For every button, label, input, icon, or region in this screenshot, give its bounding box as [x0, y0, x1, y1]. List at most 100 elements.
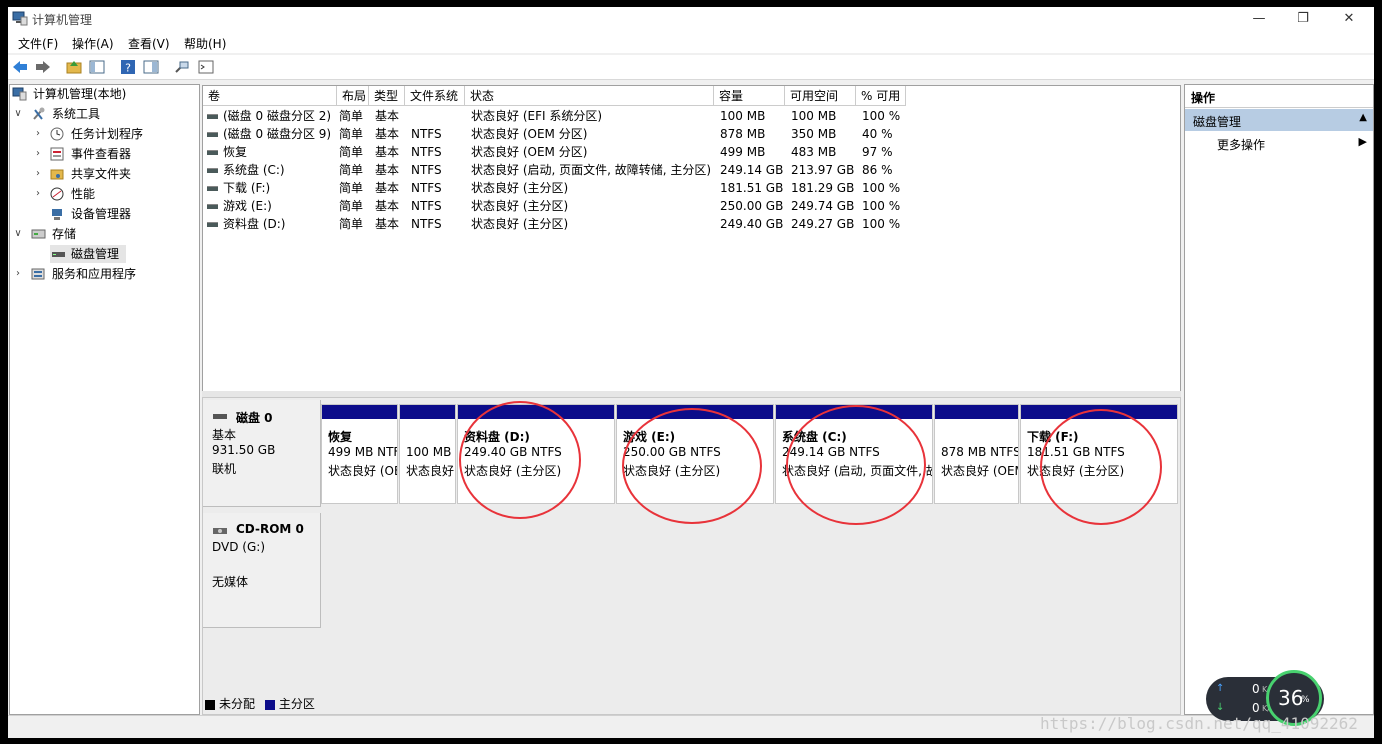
partition-f[interactable]: 下载 (F:) 181.51 GB NTFS 状态良好 (主分区)	[1020, 404, 1178, 504]
table-row[interactable]: (磁盘 0 磁盘分区 2) 简单 基本 状态良好 (EFI 系统分区) 100 MB 10…	[203, 107, 1180, 125]
upload-speed: 0	[1252, 682, 1260, 696]
partition-d[interactable]: 资料盘 (D:) 249.40 GB NTFS 状态良好 (主分区)	[457, 404, 615, 504]
partition-efi[interactable]: 100 MB 状态良好 (EFI 系统分区)	[399, 404, 456, 504]
column-header-free-space[interactable]: 可用空间	[785, 86, 856, 106]
disk0-info[interactable]: 磁盘 0 基本 931.50 GB 联机	[203, 400, 321, 507]
chevron-down-icon[interactable]: ∨	[12, 225, 24, 243]
menu-file[interactable]: 文件(F)	[18, 35, 58, 52]
cell-status: 状态良好 (启动, 页面文件, 故障转储, 主分区)	[471, 163, 712, 177]
chevron-right-icon[interactable]: ›	[32, 125, 44, 143]
table-row[interactable]: (磁盘 0 磁盘分区 9) 简单 基本 NTFS 状态良好 (OEM 分区) 878 MB…	[203, 125, 1180, 143]
collapse-arrow-icon[interactable]: ▲	[1359, 112, 1367, 123]
table-row[interactable]: 游戏 (E:) 简单 基本 NTFS 状态良好 (主分区) 250.00 GB 249.74…	[203, 197, 1180, 215]
cell-filesystem: NTFS	[411, 127, 442, 141]
menu-help[interactable]: 帮助(H)	[184, 35, 226, 52]
column-header-status[interactable]: 状态	[465, 86, 714, 106]
menu-action[interactable]: 操作(A)	[72, 35, 114, 52]
up-folder-icon[interactable]	[66, 59, 82, 75]
tree-item-storage[interactable]: ∨ 存储	[12, 225, 132, 243]
upload-arrow-icon: ↑	[1216, 683, 1225, 694]
partition-bar	[1021, 405, 1177, 419]
partition-recovery[interactable]: 恢复 499 MB NTFS 状态良好 (OEM 分区)	[321, 404, 398, 504]
tree-item-services-apps[interactable]: › 服务和应用程序	[12, 265, 172, 283]
show-hide-tree-icon[interactable]	[89, 59, 105, 75]
cell-free-space: 100 MB	[791, 109, 837, 123]
cdrom-icon	[213, 528, 227, 534]
legend-unallocated: 未分配	[219, 697, 256, 711]
cell-capacity: 249.40 GB	[720, 217, 784, 231]
table-row[interactable]: 资料盘 (D:) 简单 基本 NTFS 状态良好 (主分区) 249.40 GB 249.2…	[203, 215, 1180, 233]
column-header-filesystem[interactable]: 文件系统	[405, 86, 465, 106]
chevron-right-icon[interactable]: ›	[32, 185, 44, 203]
cdrom-info[interactable]: CD-ROM 0 DVD (G:) 无媒体	[203, 513, 321, 628]
menu-view[interactable]: 查看(V)	[128, 35, 170, 52]
partition-status: 状态良好 (OEM 分区)	[941, 464, 1018, 478]
close-button[interactable]: ✕	[1326, 7, 1372, 31]
chevron-right-icon[interactable]: ›	[12, 265, 24, 283]
tree-item-device-manager[interactable]: 设备管理器	[32, 205, 172, 223]
computer-management-window: 计算机管理 — ❐ ✕ 文件(F) 操作(A) 查看(V) 帮助(H) ? 计算…	[8, 7, 1374, 738]
cell-layout: 简单	[339, 163, 364, 177]
partition-c[interactable]: 系统盘 (C:) 249.14 GB NTFS 状态良好 (启动, 页面文件, …	[775, 404, 933, 504]
tree-label: 系统工具	[52, 107, 101, 121]
minimize-button[interactable]: —	[1236, 7, 1282, 31]
column-header-percent-free[interactable]: % 可用	[856, 86, 906, 106]
chevron-right-icon[interactable]: ›	[32, 145, 44, 163]
tree-label: 服务和应用程序	[52, 267, 137, 281]
back-arrow-icon[interactable]	[12, 59, 28, 75]
chevron-down-icon[interactable]: ∨	[12, 105, 24, 123]
restore-button[interactable]: ❐	[1280, 7, 1326, 31]
partition-status: 状态良好 (OEM 分区)	[328, 464, 397, 478]
partition-name: 资料盘 (D:)	[464, 430, 530, 444]
partition-size: 878 MB NTFS	[941, 445, 1019, 459]
column-header-capacity[interactable]: 容量	[714, 86, 785, 106]
connect-icon[interactable]	[174, 59, 190, 75]
usage-percent: 36	[1278, 686, 1304, 710]
properties-icon[interactable]	[143, 59, 159, 75]
cell-layout: 简单	[339, 181, 364, 195]
more-actions-label: 更多操作	[1217, 138, 1266, 152]
computer-management-icon	[12, 11, 28, 26]
more-actions[interactable]: 更多操作 ▶	[1185, 133, 1373, 153]
partition-e[interactable]: 游戏 (E:) 250.00 GB NTFS 状态良好 (主分区)	[616, 404, 774, 504]
column-header-volume[interactable]: 卷	[203, 86, 337, 106]
partition-bar	[322, 405, 397, 419]
chevron-right-icon[interactable]: ›	[32, 165, 44, 183]
cell-filesystem: NTFS	[411, 217, 442, 231]
forward-arrow-icon[interactable]	[35, 59, 51, 75]
actions-section[interactable]: 磁盘管理 ▲	[1185, 109, 1373, 131]
tree-label: 存储	[52, 227, 77, 241]
partition-bar	[935, 405, 1018, 419]
tree-item-system-tools[interactable]: ∨ 系统工具	[12, 105, 132, 123]
tree-item-task-scheduler[interactable]: › 任务计划程序	[32, 125, 172, 143]
table-row[interactable]: 恢复 简单 基本 NTFS 状态良好 (OEM 分区) 499 MB 483 MB 97 %	[203, 143, 1180, 161]
actions-pane: 操作 磁盘管理 ▲ 更多操作 ▶	[1184, 84, 1374, 715]
submenu-arrow-icon: ▶	[1358, 135, 1367, 148]
tree-item-disk-management[interactable]: 磁盘管理	[50, 245, 126, 263]
partition-size: 250.00 GB NTFS	[623, 445, 721, 459]
help-icon[interactable]: ?	[120, 59, 136, 75]
tree-item-shared-folders[interactable]: › 共享文件夹	[32, 165, 172, 183]
console-icon[interactable]	[198, 59, 214, 75]
title-bar: 计算机管理 — ❐ ✕	[8, 7, 1374, 31]
partition-size: 249.40 GB NTFS	[464, 445, 562, 459]
volume-icon	[207, 222, 218, 227]
partition-bar	[400, 405, 455, 419]
tree-item-performance[interactable]: › 性能	[32, 185, 172, 203]
table-row[interactable]: 系统盘 (C:) 简单 基本 NTFS 状态良好 (启动, 页面文件, 故障转储, 主分…	[203, 161, 1180, 179]
table-row[interactable]: 下载 (F:) 简单 基本 NTFS 状态良好 (主分区) 181.51 GB 181.29…	[203, 179, 1180, 197]
menu-bar: 文件(F) 操作(A) 查看(V) 帮助(H)	[8, 31, 1374, 53]
partition-oem[interactable]: 878 MB NTFS 状态良好 (OEM 分区)	[934, 404, 1019, 504]
partition-size: 499 MB NTFS	[328, 445, 397, 459]
volume-icon	[207, 186, 218, 191]
partition-size: 181.51 GB NTFS	[1027, 445, 1125, 459]
performance-icon	[50, 187, 64, 201]
disk-graphical-view: 磁盘 0 基本 931.50 GB 联机 恢复 499 MB NTFS 状态良好…	[202, 397, 1181, 715]
volume-icon	[207, 168, 218, 173]
clock-icon	[50, 127, 64, 141]
column-header-layout[interactable]: 布局	[337, 86, 369, 106]
cell-percent-free: 86 %	[862, 163, 893, 177]
disk-icon	[213, 414, 227, 419]
tree-item-event-viewer[interactable]: › 事件查看器	[32, 145, 172, 163]
column-header-type[interactable]: 类型	[369, 86, 405, 106]
